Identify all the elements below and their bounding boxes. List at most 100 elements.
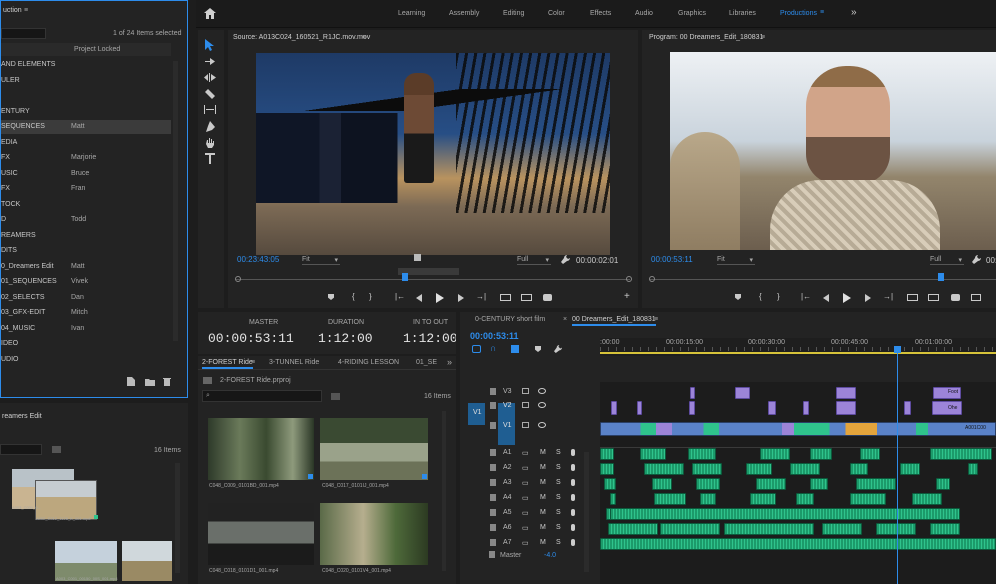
sync-lock-icon[interactable]: ▭ (522, 509, 529, 517)
lock-icon[interactable] (490, 509, 496, 516)
hand-tool-icon[interactable] (205, 137, 215, 148)
tab-overflow-icon[interactable]: » (447, 357, 452, 367)
bin-scrollbar[interactable] (175, 463, 180, 573)
step-back-icon[interactable] (823, 294, 829, 302)
project-item-row[interactable]: FX Fran (1, 182, 171, 196)
audio-clip-a1[interactable] (600, 448, 614, 460)
project-item-row[interactable]: USIC Bruce (1, 167, 171, 181)
step-back-icon[interactable] (416, 294, 422, 302)
type-tool-icon[interactable] (205, 153, 215, 164)
video-clip-v2[interactable] (611, 401, 617, 415)
mark-in-icon[interactable]: { (759, 292, 762, 301)
timeline-scrollbar[interactable] (584, 452, 589, 572)
project-item-row[interactable]: 0_Dreamers Edit Matt (1, 260, 171, 274)
audio-clip-a6[interactable] (930, 523, 960, 535)
audio-clip-a1[interactable] (930, 448, 992, 460)
media-filter-icon[interactable] (331, 393, 340, 400)
audio-clip-a3[interactable] (604, 478, 616, 490)
lock-icon[interactable] (489, 551, 495, 558)
marker-icon[interactable] (414, 254, 421, 261)
ripple-edit-tool-icon[interactable] (204, 73, 216, 82)
mute-icon[interactable]: M (540, 464, 546, 471)
step-forward-icon[interactable] (458, 294, 464, 302)
tab-forest-ride[interactable]: 2-FOREST Ride (202, 359, 253, 369)
timeline-timecode[interactable]: 00:00:53:11 (470, 331, 519, 341)
video-clip-v3[interactable] (735, 387, 750, 399)
audio-clip-a4[interactable] (912, 493, 942, 505)
project-item-row[interactable]: TOCK (1, 198, 171, 212)
lock-icon[interactable] (490, 449, 496, 456)
lock-icon[interactable] (490, 479, 496, 486)
video-clip-v2[interactable] (768, 401, 776, 415)
audio-clip-a2[interactable] (644, 463, 684, 475)
go-to-in-icon[interactable]: |← (801, 292, 811, 301)
microphone-icon[interactable] (571, 524, 575, 531)
go-to-in-icon[interactable]: |← (395, 292, 405, 301)
project-item-row[interactable]: UDIO (1, 353, 171, 367)
project-item-row[interactable]: ENTURY (1, 105, 171, 119)
lock-icon[interactable] (490, 524, 496, 531)
lock-icon[interactable] (490, 494, 496, 501)
audio-clip-a6[interactable] (822, 523, 862, 535)
tab-graphics[interactable]: Graphics (678, 10, 706, 17)
camera-icon[interactable] (543, 294, 552, 301)
master-timecode[interactable]: 00:00:53:11 (208, 331, 294, 346)
media-clip-thumbnail[interactable] (320, 503, 428, 565)
step-forward-icon[interactable] (865, 294, 871, 302)
wrench-icon[interactable] (972, 255, 981, 264)
source-timecode[interactable]: 00:23:43:05 (237, 255, 279, 264)
tab-editing[interactable]: Editing (503, 10, 524, 17)
sync-lock-icon[interactable]: ▭ (522, 524, 529, 532)
go-to-out-icon[interactable]: →| (883, 292, 893, 301)
audio-clip-a6[interactable] (724, 523, 814, 535)
audio-clip-a2[interactable] (790, 463, 820, 475)
solo-icon[interactable]: S (556, 449, 561, 456)
audio-clip-a3[interactable] (936, 478, 950, 490)
tab-productions[interactable]: Productions (780, 10, 817, 17)
workspace-overflow-icon[interactable]: » (851, 7, 857, 18)
microphone-icon[interactable] (571, 464, 575, 471)
solo-icon[interactable]: S (556, 494, 561, 501)
project-item-row[interactable]: FX Marjorie (1, 151, 171, 165)
sync-lock-icon[interactable] (522, 422, 529, 428)
lock-icon[interactable] (490, 402, 496, 409)
audio-clip-a3[interactable] (696, 478, 720, 490)
audio-clip-a4[interactable] (700, 493, 716, 505)
play-icon[interactable] (436, 293, 444, 303)
source-monitor-menu[interactable]: ≡ (362, 34, 366, 41)
video-clip-v2[interactable] (932, 401, 962, 415)
program-playhead[interactable] (938, 273, 944, 281)
program-quality-dropdown[interactable]: Full ▾ (930, 256, 964, 265)
audio-clip-a1[interactable] (640, 448, 666, 460)
video-clip-v2[interactable] (836, 401, 856, 415)
project-item-row[interactable]: DITS (1, 244, 171, 258)
project-item-row[interactable]: D Todd (1, 213, 171, 227)
sync-lock-icon[interactable]: ▭ (522, 494, 529, 502)
slip-tool-icon[interactable] (204, 105, 216, 114)
audio-clip-a2[interactable] (600, 463, 614, 475)
project-item-row[interactable]: 03_GFX-EDIT Mitch (1, 306, 171, 320)
project-item-row[interactable]: REAMERS (1, 229, 171, 243)
new-item-icon[interactable] (127, 377, 135, 386)
media-clip-thumbnail[interactable] (208, 418, 314, 480)
video-track-v1[interactable] (600, 422, 996, 436)
track-select-tool-icon[interactable] (205, 57, 216, 66)
audio-clip-a1[interactable] (760, 448, 790, 460)
source-playhead[interactable] (402, 273, 408, 281)
video-clip-v2[interactable] (689, 401, 695, 415)
insert-icon[interactable] (500, 294, 511, 301)
bin-filter-icon[interactable] (52, 446, 61, 453)
mute-icon[interactable]: M (540, 479, 546, 486)
program-fit-dropdown[interactable]: Fit ▾ (717, 256, 755, 265)
project-item-row[interactable]: IDEO (1, 337, 171, 351)
sync-lock-icon[interactable]: ▭ (522, 539, 529, 547)
tab-selects[interactable]: 01_SE (416, 359, 437, 366)
audio-clip-a2[interactable] (900, 463, 920, 475)
video-clip-v2[interactable] (803, 401, 809, 415)
tab-color[interactable]: Color (548, 10, 565, 17)
project-item-row[interactable]: 04_MUSIC Ivan (1, 322, 171, 336)
trash-icon[interactable] (163, 377, 171, 386)
mute-icon[interactable]: M (540, 509, 546, 516)
timeline-tab-century[interactable]: 0-CENTURY short film (475, 316, 545, 323)
project-item-row[interactable]: EDIA (1, 136, 171, 150)
